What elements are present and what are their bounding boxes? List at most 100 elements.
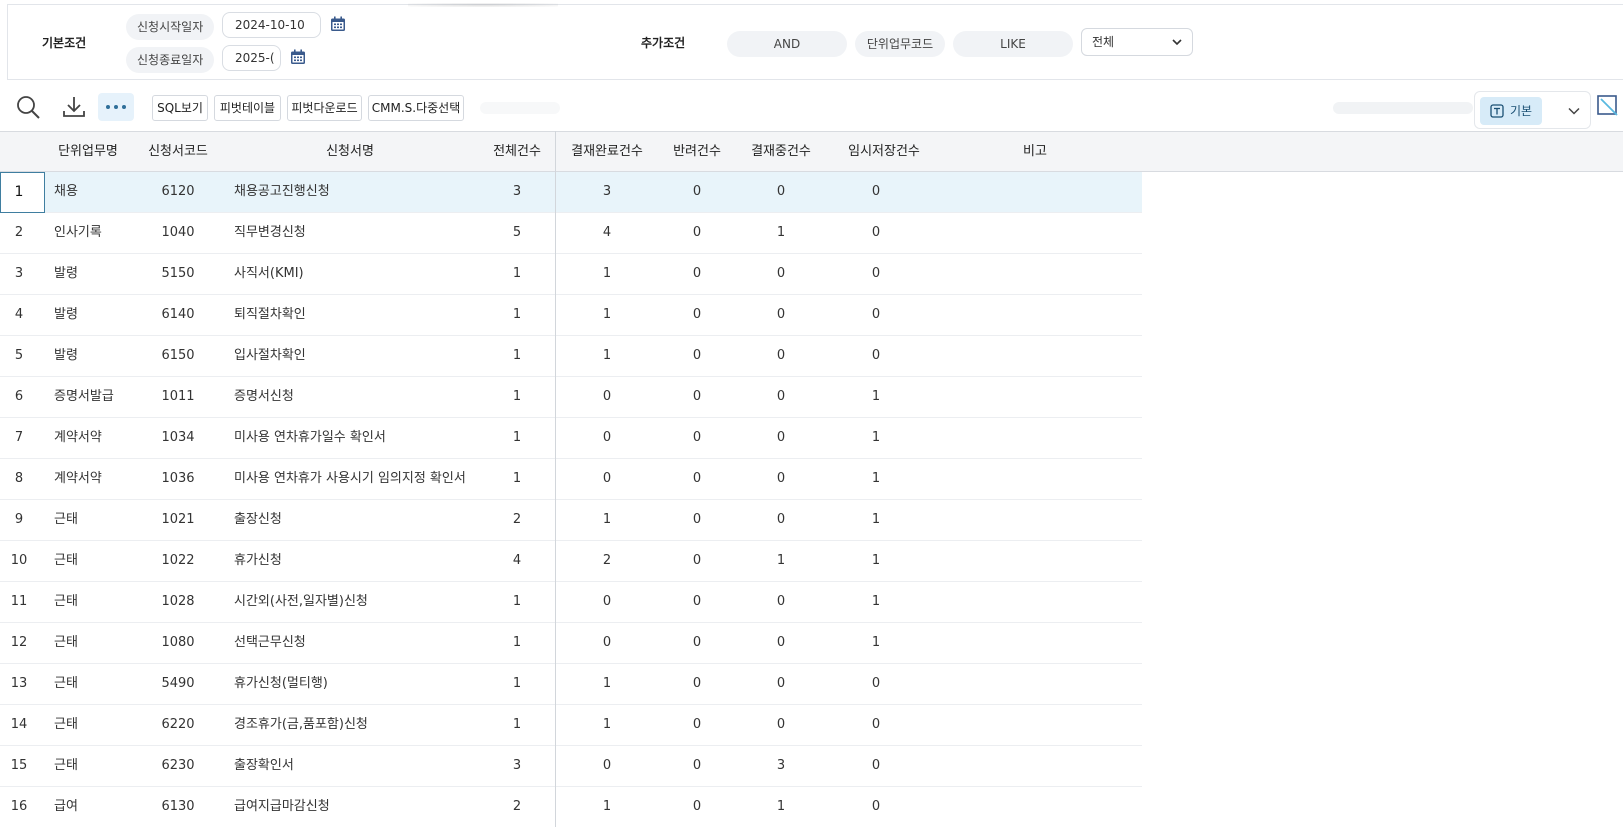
cell-form-code[interactable]: 1080 <box>140 623 216 663</box>
cell-approved-count[interactable]: 0 <box>563 459 651 499</box>
cell-unit-name[interactable]: 근태 <box>54 541 146 581</box>
cell-total-count[interactable]: 1 <box>478 336 556 376</box>
cell-unit-name[interactable]: 근태 <box>54 582 146 622</box>
table-row[interactable]: 10 근태 1022 휴가신청 4 2 0 1 1 <box>0 541 1142 582</box>
cell-in-progress-count[interactable]: 3 <box>740 746 822 786</box>
row-number[interactable]: 13 <box>0 664 38 704</box>
cell-rejected-count[interactable]: 0 <box>658 787 736 827</box>
row-number[interactable]: 2 <box>0 213 38 253</box>
row-number[interactable]: 7 <box>0 418 38 458</box>
view-layout-select[interactable]: 기본 <box>1474 91 1591 129</box>
cell-in-progress-count[interactable]: 0 <box>740 418 822 458</box>
cell-rejected-count[interactable]: 0 <box>658 582 736 622</box>
cell-temp-saved-count[interactable]: 1 <box>836 377 916 417</box>
cell-unit-name[interactable]: 인사기록 <box>54 213 146 253</box>
cell-form-name[interactable]: 증명서신청 <box>234 377 484 417</box>
cell-approved-count[interactable]: 1 <box>563 500 651 540</box>
cell-approved-count[interactable]: 0 <box>563 746 651 786</box>
start-date-input[interactable]: 2024-10-10 <box>222 12 321 38</box>
compare-operator-pill[interactable]: LIKE <box>953 31 1073 57</box>
expand-icon[interactable] <box>1597 95 1619 117</box>
cell-temp-saved-count[interactable]: 0 <box>836 787 916 827</box>
cell-approved-count[interactable]: 1 <box>563 787 651 827</box>
cell-in-progress-count[interactable]: 0 <box>740 623 822 663</box>
cell-approved-count[interactable]: 4 <box>563 213 651 253</box>
cell-rejected-count[interactable]: 0 <box>658 623 736 663</box>
table-row[interactable]: 12 근태 1080 선택근무신청 1 0 0 0 1 <box>0 623 1142 664</box>
cell-form-name[interactable]: 퇴직절차확인 <box>234 295 484 335</box>
cell-rejected-count[interactable]: 0 <box>658 418 736 458</box>
condition-value-select[interactable]: 전체 <box>1081 28 1193 56</box>
table-row[interactable]: 6 증명서발급 1011 증명서신청 1 0 0 0 1 <box>0 377 1142 418</box>
cell-rejected-count[interactable]: 0 <box>658 500 736 540</box>
cell-temp-saved-count[interactable]: 0 <box>836 664 916 704</box>
cell-approved-count[interactable]: 1 <box>563 705 651 745</box>
cell-form-code[interactable]: 6220 <box>140 705 216 745</box>
search-icon[interactable] <box>15 94 41 120</box>
row-number[interactable]: 12 <box>0 623 38 663</box>
cell-in-progress-count[interactable]: 0 <box>740 459 822 499</box>
cell-form-name[interactable]: 휴가신청(멀티행) <box>234 664 484 704</box>
pivot-download-button[interactable]: 피벗다운로드 <box>287 95 362 121</box>
cell-rejected-count[interactable]: 0 <box>658 377 736 417</box>
cell-temp-saved-count[interactable]: 1 <box>836 541 916 581</box>
cell-form-code[interactable]: 6130 <box>140 787 216 827</box>
cell-in-progress-count[interactable]: 1 <box>740 541 822 581</box>
table-row[interactable]: 14 근태 6220 경조휴가(금,품포함)신청 1 1 0 0 0 <box>0 705 1142 746</box>
cell-unit-name[interactable]: 발령 <box>54 254 146 294</box>
cell-in-progress-count[interactable]: 0 <box>740 377 822 417</box>
end-calendar-icon[interactable] <box>290 49 306 65</box>
cell-approved-count[interactable]: 1 <box>563 254 651 294</box>
pivot-table-button[interactable]: 피벗테이블 <box>214 95 281 121</box>
cell-temp-saved-count[interactable]: 0 <box>836 746 916 786</box>
row-number[interactable]: 8 <box>0 459 38 499</box>
cell-total-count[interactable]: 1 <box>478 664 556 704</box>
cell-temp-saved-count[interactable]: 0 <box>836 254 916 294</box>
cell-temp-saved-count[interactable]: 1 <box>836 582 916 622</box>
cell-rejected-count[interactable]: 0 <box>658 541 736 581</box>
row-number[interactable]: 15 <box>0 746 38 786</box>
cell-form-name[interactable]: 시간외(사전,일자별)신청 <box>234 582 484 622</box>
cell-total-count[interactable]: 1 <box>478 418 556 458</box>
cell-unit-name[interactable]: 근태 <box>54 664 146 704</box>
table-row[interactable]: 11 근태 1028 시간외(사전,일자별)신청 1 0 0 0 1 <box>0 582 1142 623</box>
row-number[interactable]: 10 <box>0 541 38 581</box>
cell-total-count[interactable]: 5 <box>478 213 556 253</box>
table-row[interactable]: 3 발령 5150 사직서(KMI) 1 1 0 0 0 <box>0 254 1142 295</box>
cell-total-count[interactable]: 1 <box>478 295 556 335</box>
row-number[interactable]: 6 <box>0 377 38 417</box>
cell-total-count[interactable]: 1 <box>478 582 556 622</box>
cell-rejected-count[interactable]: 0 <box>658 705 736 745</box>
cell-temp-saved-count[interactable]: 1 <box>836 623 916 663</box>
cell-in-progress-count[interactable]: 0 <box>740 582 822 622</box>
cell-form-code[interactable]: 5150 <box>140 254 216 294</box>
cell-unit-name[interactable]: 발령 <box>54 295 146 335</box>
cell-temp-saved-count[interactable]: 1 <box>836 418 916 458</box>
sql-view-button[interactable]: SQL보기 <box>152 95 208 121</box>
header-in-progress-count[interactable]: 결재중건수 <box>740 132 822 172</box>
table-row[interactable]: 9 근태 1021 출장신청 2 1 0 0 1 <box>0 500 1142 541</box>
cell-unit-name[interactable]: 계약서약 <box>54 418 146 458</box>
cell-unit-name[interactable]: 채용 <box>54 172 146 212</box>
cell-in-progress-count[interactable]: 1 <box>740 213 822 253</box>
cell-total-count[interactable]: 3 <box>478 172 556 212</box>
table-row[interactable]: 8 계약서약 1036 미사용 연차휴가 사용시기 임의지정 확인서 1 0 0 0 1 <box>0 459 1142 500</box>
cell-approved-count[interactable]: 1 <box>563 295 651 335</box>
download-icon[interactable] <box>61 94 87 120</box>
cell-in-progress-count[interactable]: 0 <box>740 172 822 212</box>
chevron-down-icon[interactable] <box>1568 107 1580 115</box>
cell-in-progress-count[interactable]: 0 <box>740 500 822 540</box>
header-form-code[interactable]: 신청서코드 <box>140 132 216 172</box>
cell-form-code[interactable]: 1021 <box>140 500 216 540</box>
cell-temp-saved-count[interactable]: 0 <box>836 295 916 335</box>
cell-in-progress-count[interactable]: 0 <box>740 705 822 745</box>
cell-in-progress-count[interactable]: 0 <box>740 295 822 335</box>
cell-form-name[interactable]: 사직서(KMI) <box>234 254 484 294</box>
cell-form-name[interactable]: 선택근무신청 <box>234 623 484 663</box>
cell-form-code[interactable]: 6150 <box>140 336 216 376</box>
cell-in-progress-count[interactable]: 0 <box>740 336 822 376</box>
cell-rejected-count[interactable]: 0 <box>658 746 736 786</box>
cell-approved-count[interactable]: 2 <box>563 541 651 581</box>
cell-approved-count[interactable]: 0 <box>563 582 651 622</box>
cell-rejected-count[interactable]: 0 <box>658 295 736 335</box>
